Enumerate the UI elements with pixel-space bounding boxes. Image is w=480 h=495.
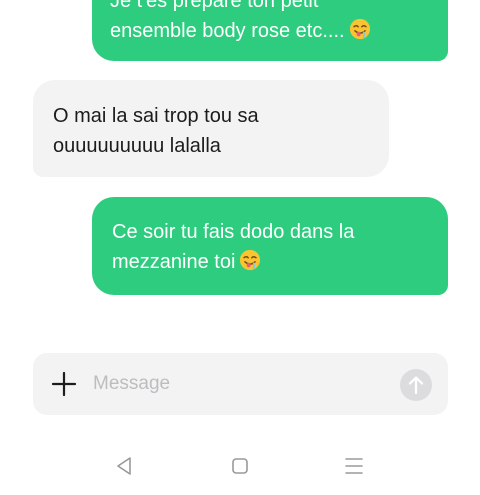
message-text: O mai la sai trop tou sa ouuuuuuuuu lala… (53, 105, 259, 157)
drooling-face-emoji-icon (349, 18, 370, 40)
back-triangle-icon[interactable] (112, 454, 136, 478)
message-text: Ce soir tu fais dodo dans la mezzanine t… (112, 221, 355, 273)
home-square-icon[interactable] (228, 454, 252, 478)
drooling-face-emoji-icon (240, 249, 261, 271)
send-button[interactable] (400, 369, 432, 401)
message-input[interactable] (93, 367, 393, 401)
plus-icon[interactable] (51, 371, 77, 397)
sent-message-bubble[interactable]: Je t'es préparé ton petit ensemble body … (92, 0, 448, 61)
arrow-up-icon (408, 376, 424, 395)
menu-lines-icon[interactable] (342, 454, 366, 478)
sent-message-bubble[interactable]: Ce soir tu fais dodo dans la mezzanine t… (92, 197, 448, 295)
message-text: Je t'es préparé ton petit ensemble body … (110, 0, 345, 42)
received-message-bubble[interactable]: O mai la sai trop tou sa ouuuuuuuuu lala… (33, 80, 389, 177)
message-composer (33, 353, 448, 415)
